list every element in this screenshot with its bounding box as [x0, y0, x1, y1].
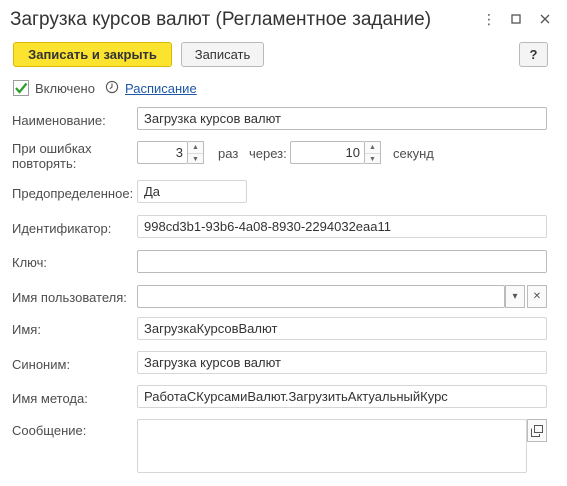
name2-field: ЗагрузкаКурсовВалют [137, 317, 547, 340]
retry-times-stepper[interactable]: ▲ ▼ [188, 141, 204, 164]
close-icon[interactable] [536, 10, 554, 28]
method-field: РаботаСКурсамиВалют.ЗагрузитьАктуальныйК… [137, 385, 547, 408]
key-label: Ключ: [12, 255, 48, 270]
open-window-icon[interactable] [527, 419, 547, 442]
name-label: Наименование: [12, 113, 106, 128]
save-button[interactable]: Записать [181, 42, 264, 67]
synonym-label: Синоним: [12, 357, 71, 372]
name2-label: Имя: [12, 322, 41, 337]
retry-interval-stepper[interactable]: ▲ ▼ [365, 141, 381, 164]
stepper-down-icon[interactable]: ▼ [365, 153, 380, 165]
predefined-label: Предопределенное: [12, 186, 134, 201]
identifier-label: Идентификатор: [12, 221, 112, 236]
more-vert-icon[interactable]: ⋮ [480, 10, 498, 28]
message-field[interactable] [137, 419, 527, 473]
user-name-field[interactable] [137, 285, 505, 308]
clock-icon [105, 80, 119, 94]
retry-times-suffix: раз [218, 146, 239, 161]
predefined-field: Да [137, 180, 247, 203]
synonym-field: Загрузка курсов валют [137, 351, 547, 374]
enabled-checkbox[interactable] [13, 80, 29, 96]
stepper-up-icon[interactable]: ▲ [188, 142, 203, 153]
user-name-label: Имя пользователя: [12, 290, 127, 305]
enabled-label: Включено [35, 81, 95, 96]
stepper-down-icon[interactable]: ▼ [188, 153, 203, 165]
identifier-field: 998cd3b1-93b6-4a08-8930-2294032eaa11 [137, 215, 547, 238]
stepper-up-icon[interactable]: ▲ [365, 142, 380, 153]
save-and-close-button[interactable]: Записать и закрыть [13, 42, 172, 67]
retry-times-field[interactable]: 3 [137, 141, 188, 164]
clear-icon[interactable]: ✕ [527, 285, 547, 308]
schedule-link[interactable]: Расписание [125, 81, 197, 96]
retry-interval-suffix: секунд [393, 146, 434, 161]
message-label: Сообщение: [12, 423, 87, 438]
name-field[interactable]: Загрузка курсов валют [137, 107, 547, 130]
retry-interval-field[interactable]: 10 [290, 141, 365, 164]
dropdown-icon[interactable]: ▾ [505, 285, 525, 308]
maximize-icon[interactable] [507, 10, 525, 28]
help-button[interactable]: ? [519, 42, 548, 67]
key-field[interactable] [137, 250, 547, 273]
window-title: Загрузка курсов валют (Регламентное зада… [10, 9, 432, 30]
method-label: Имя метода: [12, 391, 88, 406]
retry-interval-label: через: [249, 146, 287, 161]
retry-label: При ошибках повторять: [12, 141, 92, 171]
